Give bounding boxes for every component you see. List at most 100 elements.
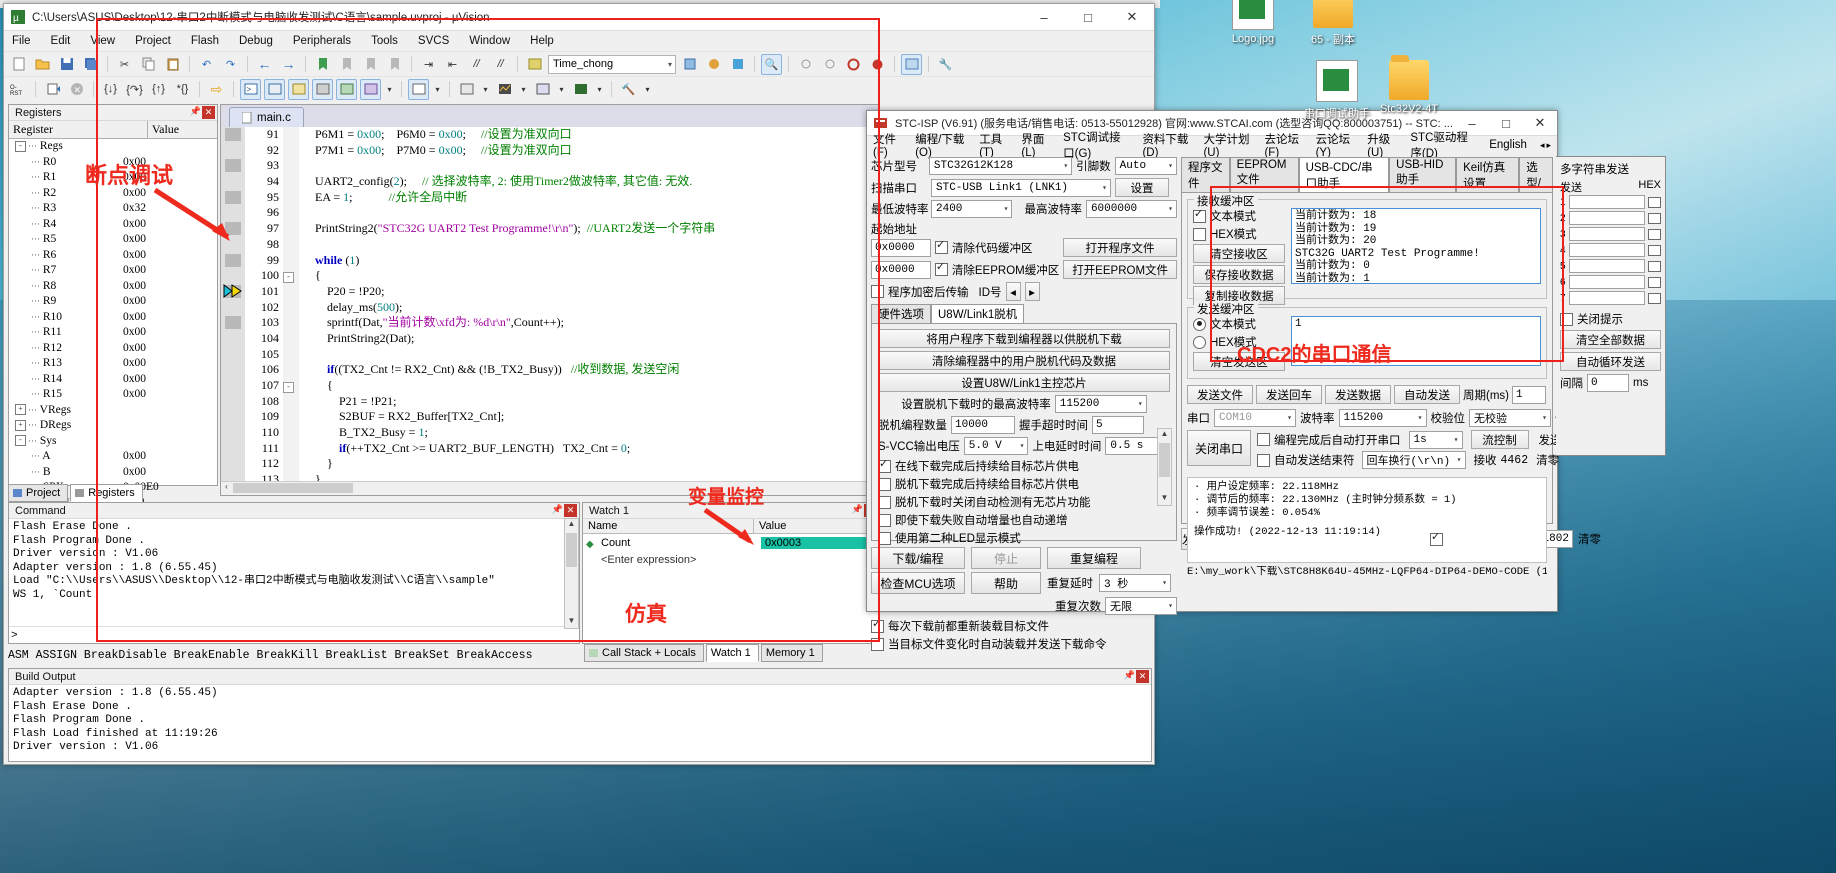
recv-text-mode-checkbox[interactable] [1193,207,1206,223]
send-data-button[interactable]: 发送数据 [1325,385,1391,404]
offline-option-row[interactable]: 即使下载失败自动增量也自动递增 [878,512,1170,528]
code-line[interactable]: P7M1 = 0x00; P7M0 = 0x00; //设置为准双向口 [303,143,879,159]
stc-menu-item[interactable]: 大学计划(U) [1203,131,1251,159]
show-next-statement-icon[interactable]: ⇨ [206,79,227,100]
expander-icon[interactable]: + [15,404,26,416]
multi-send-input[interactable] [1568,211,1645,225]
tab-u8w-link1-offline[interactable]: U8W/Link1脱机 [931,304,1025,323]
offline-option-row[interactable]: 脱机下载时关闭自动检测有无芯片功能 [878,494,1170,510]
editor-hscrollbar[interactable]: ‹ [221,481,879,495]
bookmark-prev-icon[interactable] [360,54,381,75]
redo-icon[interactable]: ↷ [220,54,241,75]
offline-option-checkbox[interactable] [878,457,891,473]
fold-marker[interactable] [283,441,299,457]
code-line[interactable] [303,347,879,363]
save-receive-button[interactable]: 保存接收数据 [1193,265,1285,284]
fold-marker[interactable] [283,158,299,174]
watch-new-expression[interactable]: <Enter expression> [583,554,761,566]
stc-tab-程序文件[interactable]: 程序文件 [1181,157,1230,192]
close-port-button[interactable]: 关闭串口 [1187,430,1251,466]
auto-end-char-checkbox[interactable] [1257,453,1270,467]
repeat-count-select[interactable]: 无限 [1105,597,1177,615]
offline-option-row[interactable]: 脱机下载完成后持续给目标芯片供电 [878,476,1170,492]
offline-option-checkbox[interactable] [878,531,891,545]
command-vscrollbar[interactable]: ▲ ▼ [564,518,579,629]
recv-text-mode-row[interactable]: 文本模式 [1193,207,1285,224]
uncomment-icon[interactable]: // [490,54,511,75]
command-prompt[interactable]: > [11,630,18,642]
auto-open-port-checkbox[interactable] [1257,433,1270,446]
success-clear-button[interactable]: 清零 [1578,531,1601,547]
code-line[interactable]: } [303,456,879,472]
period-input[interactable]: 1 [1512,385,1546,404]
multi-send-input[interactable] [1568,259,1645,273]
check-mcu-options-button[interactable]: 检查MCU选项 [871,572,965,594]
fold-marker[interactable] [283,127,299,143]
offline-option-row[interactable]: 使用第二种LED显示模式 [878,530,1170,546]
tab-hardware-options[interactable]: 硬件选项 [871,304,931,323]
menu-item-tools[interactable]: Tools [371,35,398,47]
send-cr-button[interactable]: 发送回车 [1256,385,1322,404]
paste-icon[interactable] [162,54,183,75]
run-icon[interactable] [42,79,63,100]
stc-menu-item[interactable]: 升级(U) [1367,131,1397,159]
build-target-icon[interactable] [679,54,700,75]
trace-window-icon[interactable] [532,79,553,100]
send-hex-mode-radio[interactable] [1193,335,1206,349]
auto-load-on-change-checkbox[interactable] [871,637,884,651]
register-row[interactable]: ··· R9 0x00 [9,294,217,310]
svcc-select[interactable]: 5.0 V [963,437,1029,455]
offline-option-row[interactable]: 在线下载完成后持续给目标芯片供电 [878,457,1170,474]
watch-dropdown-icon[interactable]: ▾ [384,79,395,100]
target-selector[interactable]: Time_chong [548,54,676,74]
multi-send-hex-checkbox[interactable] [1648,260,1661,272]
cut-icon[interactable]: ✂ [114,54,135,75]
undo-icon[interactable]: ↶ [196,54,217,75]
multi-send-row[interactable]: 6 [1560,275,1661,289]
multi-send-row[interactable]: 5 [1560,259,1661,273]
step-into-icon[interactable]: {↓} [100,79,121,100]
analysis-window-icon[interactable] [494,79,515,100]
window-layout-icon[interactable] [901,53,922,75]
fold-marker[interactable]: - [283,378,299,394]
fold-marker[interactable] [283,174,299,190]
outdent-icon[interactable]: ⇤ [442,54,463,75]
code-folding-column[interactable]: - - [283,127,299,483]
serial-baud-select[interactable]: 115200 [1338,409,1427,427]
min-baud-select[interactable]: 2400 [931,200,1013,218]
menu-scroll-left-icon[interactable]: ◂ [1540,140,1545,151]
fold-marker[interactable] [283,221,299,237]
code-line[interactable] [303,237,879,253]
fold-marker[interactable] [283,394,299,410]
multi-send-hex-checkbox[interactable] [1648,212,1661,224]
stc-tab-Keil仿真设置[interactable]: Keil仿真设置 [1456,157,1520,192]
bookmark-clear-icon[interactable] [384,54,405,75]
reset-icon[interactable]: O- RST [8,79,29,100]
repeat-delay-select[interactable]: 3 秒 [1099,574,1171,592]
menu-item-project[interactable]: Project [135,35,171,47]
register-row[interactable]: ··· R13 0x00 [9,356,217,372]
register-group-row[interactable]: - ··· Regs [9,139,217,155]
desktop-icon-logo[interactable]: Logo.jpg [1216,0,1290,45]
breakpoint-disable-icon[interactable] [843,54,864,75]
send-text-mode-row[interactable]: 文本模式 [1193,316,1285,332]
menu-item-file[interactable]: File [12,35,31,47]
close-button[interactable]: ✕ [1110,4,1154,30]
multi-send-input[interactable] [1568,275,1645,289]
stc-menu-item[interactable]: 工具(T) [979,131,1008,159]
forward-icon[interactable]: → [278,54,299,75]
receive-buffer-text[interactable]: 当前计数为: 18 当前计数为: 19 当前计数为: 20 STC32G UAR… [1291,208,1541,284]
back-icon[interactable]: ← [254,54,275,75]
memory-window-icon[interactable] [408,78,429,100]
maximize-button[interactable]: □ [1489,111,1523,135]
desktop-icon-serial-assistant[interactable]: 串口调试助手 [1300,60,1374,121]
analysis-dropdown-icon[interactable]: ▾ [518,79,529,100]
auto-open-extra-select[interactable]: 1s [1408,430,1463,449]
set-u8w-master-button[interactable]: 设置U8W/Link1主控芯片 [878,373,1170,392]
tip-sound-checkbox[interactable] [1430,530,1444,546]
handshake-timeout-input[interactable]: 5 [1092,416,1144,434]
fold-marker[interactable]: - [283,268,299,284]
tab-project[interactable]: Project [8,484,69,502]
serial-window-icon[interactable] [456,79,477,100]
fold-marker[interactable] [283,253,299,269]
